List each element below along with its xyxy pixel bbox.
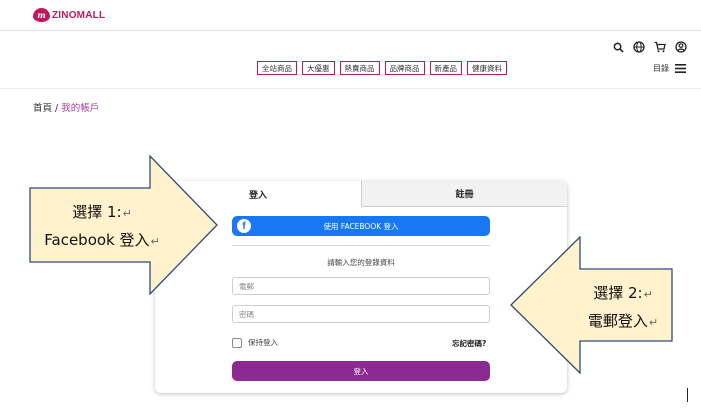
tab-register[interactable]: 註冊 [361, 181, 567, 207]
nav-item-all-products[interactable]: 全站商品 [257, 61, 297, 75]
user-icon[interactable] [675, 41, 687, 53]
search-icon[interactable] [612, 41, 624, 53]
nav-item-big-deals[interactable]: 大優惠 [302, 61, 335, 75]
text-cursor [687, 388, 688, 402]
return-mark: ↵ [648, 316, 659, 329]
logo-mark: m [33, 8, 50, 22]
password-field[interactable] [232, 305, 490, 323]
breadcrumb: 首頁 / 我的帳戶 [33, 100, 99, 114]
top-bar: m ZINOMALL [0, 0, 701, 30]
breadcrumb-current[interactable]: 我的帳戶 [61, 103, 99, 114]
nav-item-best-sellers[interactable]: 熱賣商品 [339, 61, 380, 75]
remember-label: 保持登入 [248, 338, 278, 347]
menu-label: 目錄 [653, 63, 669, 73]
menu-toggle[interactable]: 目錄 [653, 62, 686, 74]
form-divider [232, 245, 490, 246]
header-divider [0, 30, 701, 31]
callout-option-1-line2: Facebook 登入 [44, 231, 150, 249]
cart-icon[interactable] [654, 41, 666, 53]
facebook-login-label: 使用 FACEBOOK 登入 [323, 221, 399, 231]
nav-divider [0, 88, 701, 89]
globe-icon[interactable] [633, 41, 645, 53]
login-submit-button[interactable]: 登入 [232, 361, 490, 381]
callout-option-1: 選擇 1:↵ Facebook 登入↵ [29, 155, 219, 295]
hamburger-icon [674, 62, 686, 74]
callout-option-1-text: 選擇 1:↵ Facebook 登入↵ [37, 199, 167, 255]
nav-item-brands[interactable]: 品牌商品 [384, 61, 425, 75]
brand-name: ZINOMALL [52, 9, 106, 21]
email-field[interactable] [232, 277, 490, 295]
breadcrumb-separator: / [55, 103, 59, 114]
brand-logo[interactable]: m ZINOMALL [33, 8, 105, 22]
header-icons [612, 41, 687, 53]
login-prompt: 請輸入您的登錄資料 [327, 258, 395, 267]
breadcrumb-home[interactable]: 首頁 [33, 103, 52, 114]
facebook-login-button[interactable]: f 使用 FACEBOOK 登入 [232, 216, 490, 236]
callout-option-2-line2: 電郵登入 [587, 312, 648, 330]
callout-option-2: 選擇 2:↵ 電郵登入↵ [510, 236, 674, 374]
callout-option-1-line1: 選擇 1: [72, 203, 122, 221]
return-mark: ↵ [122, 207, 132, 220]
remember-me[interactable]: 保持登入 [232, 337, 278, 348]
main-nav: 全站商品 大優惠 熱賣商品 品牌商品 新產品 健康資料 [257, 61, 507, 75]
return-mark: ↵ [150, 235, 160, 248]
remember-checkbox[interactable] [232, 337, 242, 348]
return-mark: ↵ [643, 288, 653, 301]
nav-item-new-products[interactable]: 新產品 [429, 61, 462, 75]
callout-option-2-text: 選擇 2:↵ 電郵登入↵ [576, 280, 670, 336]
nav-item-health-info[interactable]: 健康資料 [467, 61, 507, 75]
facebook-icon: f [237, 219, 251, 233]
forgot-password-link[interactable]: 忘記密碼? [452, 338, 486, 349]
callout-option-2-line1: 選擇 2: [593, 284, 643, 302]
